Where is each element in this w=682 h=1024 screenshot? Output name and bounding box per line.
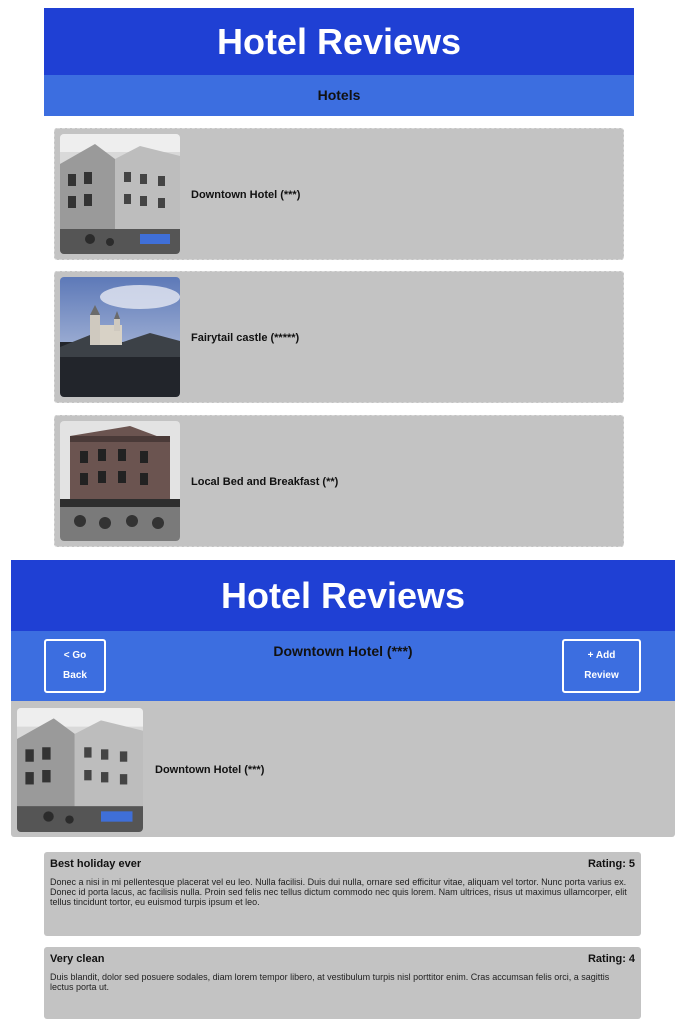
review-rating: Rating: 4 (588, 953, 635, 965)
rating-value: 5 (628, 858, 635, 870)
add-review-label-line2: Review (584, 670, 619, 681)
rating-value: 4 (628, 953, 635, 965)
review-rating: Rating: 5 (588, 858, 635, 870)
hotel-photo (60, 277, 180, 397)
review-card: Very clean Rating: 4 Duis blandit, dolor … (44, 947, 641, 1019)
rating-label: Rating: (587, 953, 626, 965)
hotel-list-screen: Hotel Reviews Hotels (44, 8, 634, 116)
hotel-name: Downtown Hotel (***) (191, 189, 301, 201)
hotel-name: Local Bed and Breakfast (**) (191, 476, 339, 488)
add-review-button[interactable]: + Add Review (562, 639, 641, 693)
review-text: Duis blandit, dolor sed posuere sodales,… (50, 972, 610, 992)
hotel-photo (60, 134, 180, 254)
hotel-detail-card: Downtown Hotel (***) (11, 701, 675, 837)
detail-nav-bar: < Go Back Downtown Hotel (***) + Add Rev… (11, 631, 675, 701)
hotel-photo (60, 421, 180, 541)
review-title: Best holiday ever (50, 858, 142, 870)
hotel-name: Fairytail castle (*****) (191, 332, 300, 344)
hotel-card[interactable]: Local Bed and Breakfast (**) (54, 415, 624, 547)
section-title: Hotels (44, 75, 634, 116)
rating-label: Rating: (587, 858, 626, 870)
review-card: Best holiday ever Rating: 5 Donec a nisi … (44, 852, 641, 936)
go-back-label-line2: Back (63, 670, 87, 681)
add-review-label-line1: + Add (587, 650, 616, 661)
app-title: Hotel Reviews (11, 560, 675, 631)
hotel-name: Downtown Hotel (***) (155, 764, 265, 776)
hotel-photo (17, 708, 143, 832)
hotel-card[interactable]: Fairytail castle (*****) (54, 271, 624, 403)
app-title: Hotel Reviews (44, 8, 634, 75)
review-title: Very clean (50, 953, 105, 965)
hotel-card[interactable]: Downtown Hotel (***) (54, 128, 624, 260)
review-text: Donec a nisi in mi pellentesque placerat… (50, 877, 627, 907)
